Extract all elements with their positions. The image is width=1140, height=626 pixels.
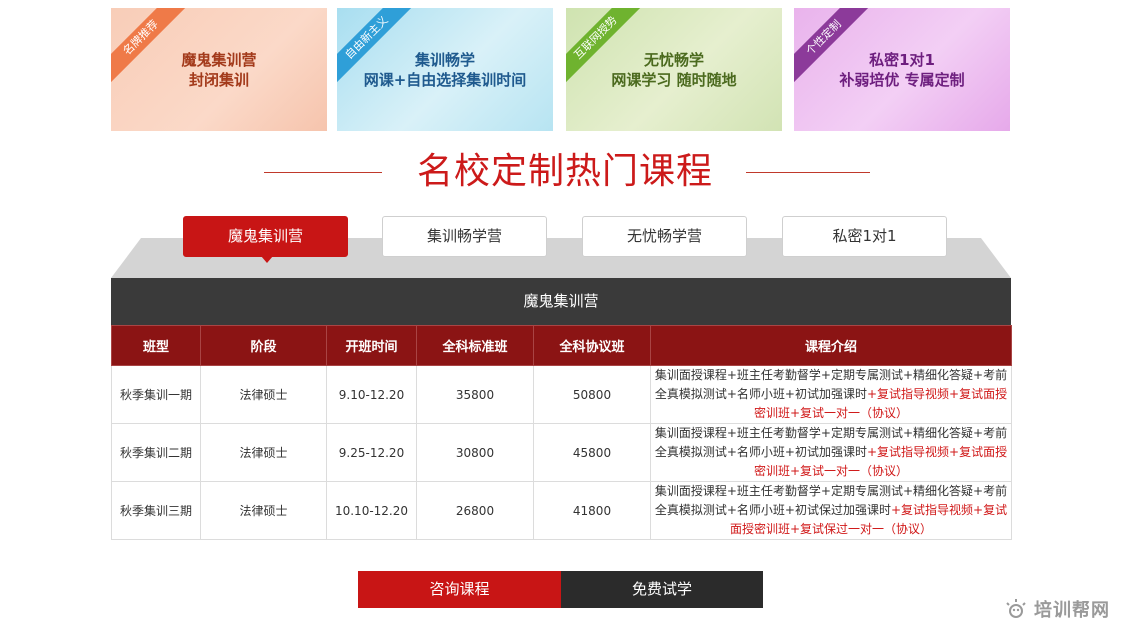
title-divider-right xyxy=(746,172,870,173)
banner-subtitle: 网课+自由选择集训时间 xyxy=(363,70,527,89)
cell-standard-price: 26800 xyxy=(416,481,534,540)
cell-standard-price: 35800 xyxy=(416,365,534,424)
site-watermark: 培训帮网 xyxy=(1004,596,1110,622)
tab-private-1on1[interactable]: 私密1对1 xyxy=(782,216,947,257)
table-header-row: 班型 阶段 开班时间 全科标准班 全科协议班 课程介绍 xyxy=(111,325,1012,366)
cell-start-time: 9.10-12.20 xyxy=(326,365,417,424)
cell-start-time: 9.25-12.20 xyxy=(326,423,417,482)
header-intro: 课程介绍 xyxy=(650,325,1012,366)
header-standard-price: 全科标准班 xyxy=(416,325,534,366)
cell-intro: 集训面授课程+班主任考勤督学+定期专属测试+精细化答疑+考前全真模拟测试+名师小… xyxy=(650,423,1012,482)
cell-agreement-price: 45800 xyxy=(533,423,651,482)
banner-title: 魔鬼集训营 xyxy=(181,50,257,69)
banner-private-1on1[interactable]: 个性定制 私密1对1 补弱培优 专属定制 xyxy=(794,8,1010,131)
banner-subtitle: 补弱培优 专属定制 xyxy=(839,70,965,89)
cell-standard-price: 30800 xyxy=(416,423,534,482)
header-class-type: 班型 xyxy=(111,325,201,366)
cell-class-type: 秋季集训二期 xyxy=(111,423,201,482)
tab-devil-camp[interactable]: 魔鬼集训营 xyxy=(183,216,348,263)
banner-devil-camp[interactable]: 名牌推荐 魔鬼集训营 封闭集训 xyxy=(111,8,327,131)
cell-agreement-price: 41800 xyxy=(533,481,651,540)
banner-title: 无忧畅学 xyxy=(643,50,704,69)
banner-tag: 名牌推荐 xyxy=(111,8,191,88)
cell-class-type: 秋季集训一期 xyxy=(111,365,201,424)
banner-subtitle: 封闭集训 xyxy=(188,70,249,89)
cell-agreement-price: 50800 xyxy=(533,365,651,424)
cell-intro: 集训面授课程+班主任考勤督学+定期专属测试+精细化答疑+考前全真模拟测试+名师小… xyxy=(650,481,1012,540)
table-title: 魔鬼集训营 xyxy=(111,278,1011,325)
course-table: 班型 阶段 开班时间 全科标准班 全科协议班 课程介绍 秋季集训一期 法律硕士 … xyxy=(111,325,1012,540)
table-row: 秋季集训一期 法律硕士 9.10-12.20 35800 50800 集训面授课… xyxy=(111,365,1012,424)
cell-start-time: 10.10-12.20 xyxy=(326,481,417,540)
section-title: 名校定制热门课程 xyxy=(416,151,713,192)
cell-stage: 法律硕士 xyxy=(200,423,327,482)
banner-title: 集训畅学 xyxy=(414,50,475,69)
cell-stage: 法律硕士 xyxy=(200,481,327,540)
banner-subtitle: 网课学习 随时随地 xyxy=(611,70,737,89)
banner-worryfree-camp[interactable]: 互联网授势 无忧畅学 网课学习 随时随地 xyxy=(566,8,782,131)
tab-worryfree-camp[interactable]: 无忧畅学营 xyxy=(582,216,747,257)
banner-title: 私密1对1 xyxy=(869,50,935,69)
header-start-time: 开班时间 xyxy=(326,325,417,366)
cell-class-type: 秋季集训三期 xyxy=(111,481,201,540)
banner-flex-camp[interactable]: 自由新主义 集训畅学 网课+自由选择集训时间 xyxy=(337,8,553,131)
free-trial-button[interactable]: 免费试学 xyxy=(561,571,763,608)
cell-intro: 集训面授课程+班主任考勤督学+定期专属测试+精细化答疑+考前全真模拟测试+名师小… xyxy=(650,365,1012,424)
title-divider-left xyxy=(264,172,382,173)
watermark-text: 培训帮网 xyxy=(1034,600,1110,621)
table-row: 秋季集训三期 法律硕士 10.10-12.20 26800 41800 集训面授… xyxy=(111,481,1012,540)
table-row: 秋季集训二期 法律硕士 9.25-12.20 30800 45800 集训面授课… xyxy=(111,423,1012,482)
lightbulb-logo-icon xyxy=(1006,599,1026,618)
cell-stage: 法律硕士 xyxy=(200,365,327,424)
consult-course-button[interactable]: 咨询课程 xyxy=(358,571,561,608)
header-stage: 阶段 xyxy=(200,325,327,366)
tab-flex-camp[interactable]: 集训畅学营 xyxy=(382,216,547,257)
header-agreement-price: 全科协议班 xyxy=(533,325,651,366)
